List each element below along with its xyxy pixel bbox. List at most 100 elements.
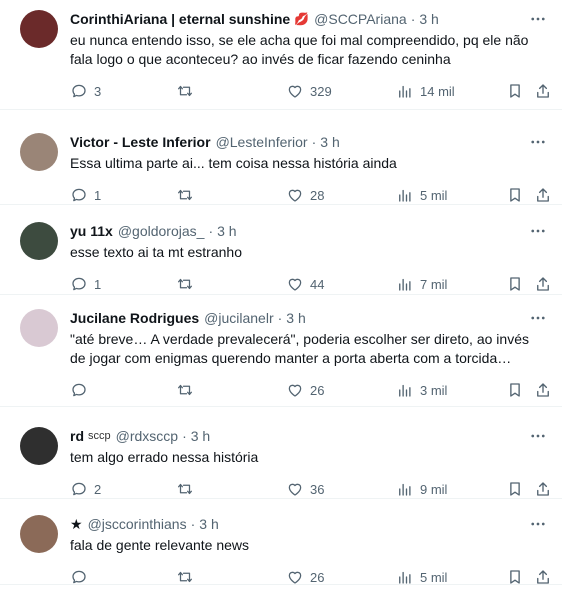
share-icon	[537, 188, 549, 202]
share-button[interactable]	[534, 479, 552, 499]
share-button[interactable]	[534, 185, 552, 205]
author-name[interactable]: ★	[70, 516, 83, 533]
bookmark-button[interactable]	[506, 567, 524, 587]
timestamp[interactable]: 3 h	[320, 134, 339, 150]
retweet-button[interactable]	[176, 567, 200, 587]
retweet-button[interactable]	[176, 479, 200, 499]
timestamp[interactable]: 3 h	[419, 11, 438, 27]
views-count: 14 mil	[420, 83, 455, 99]
like-button[interactable]: 329	[286, 81, 332, 101]
share-button[interactable]	[534, 81, 552, 101]
tweet-text: "até breve… A verdade prevalecerá", pode…	[70, 331, 533, 366]
more-icon[interactable]	[528, 132, 548, 152]
author-handle[interactable]: @jucilanelr	[204, 310, 273, 326]
reply-button[interactable]: 3	[70, 81, 101, 101]
author-handle[interactable]: @jsccorinthians	[88, 516, 187, 532]
author-handle[interactable]: @goldorojas_	[118, 223, 205, 239]
share-icon	[537, 570, 549, 584]
analytics-icon	[399, 483, 411, 496]
reply-icon	[72, 188, 86, 202]
tweet-header: rd sccp @rdxsccp · 3 h	[70, 427, 548, 445]
timestamp[interactable]: 3 h	[199, 516, 218, 532]
bookmark-button[interactable]	[506, 185, 524, 205]
reply-button[interactable]: 2	[70, 479, 101, 499]
separator-dot: ·	[311, 134, 317, 150]
bookmark-button[interactable]	[506, 274, 524, 294]
author-handle[interactable]: @rdxsccp	[116, 428, 178, 444]
avatar[interactable]	[20, 10, 58, 48]
avatar[interactable]	[20, 309, 58, 347]
views-button[interactable]: 5 mil	[396, 567, 447, 587]
like-button[interactable]: 36	[286, 479, 324, 499]
like-button[interactable]: 26	[286, 567, 324, 587]
views-count: 5 mil	[420, 569, 448, 585]
author-handle[interactable]: @LesteInferior	[216, 134, 308, 150]
views-button[interactable]: 7 mil	[396, 274, 447, 294]
share-button[interactable]	[534, 274, 552, 294]
retweet-icon	[177, 85, 193, 97]
avatar[interactable]	[20, 515, 58, 553]
tweet-header: Jucilane Rodrigues @jucilanelr · 3 h	[70, 309, 548, 327]
tweet-header: yu 11x @goldorojas_ · 3 h	[70, 222, 548, 240]
share-icon	[537, 482, 549, 496]
like-button[interactable]: 26	[286, 380, 324, 400]
separator-dot: ·	[410, 11, 416, 27]
author-name[interactable]: Victor - Leste Inferior	[70, 134, 211, 150]
timestamp[interactable]: 3 h	[217, 223, 236, 239]
heart-icon	[288, 278, 302, 291]
reply-count: 2	[94, 481, 102, 497]
author-name[interactable]: CorinthiAriana | eternal sunshine	[70, 11, 290, 27]
tweet-text: esse texto ai ta mt estranho	[70, 244, 242, 260]
views-button[interactable]: 5 mil	[396, 185, 447, 205]
retweet-button[interactable]	[176, 274, 200, 294]
like-count: 28	[310, 187, 325, 203]
bookmark-button[interactable]	[506, 479, 524, 499]
heart-icon	[288, 483, 302, 496]
retweet-button[interactable]	[176, 81, 200, 101]
tweet[interactable]: Victor - Leste Inferior @LesteInferior ·…	[0, 110, 562, 205]
like-count: 329	[310, 83, 332, 99]
tweet[interactable]: Jucilane Rodrigues @jucilanelr · 3 h "at…	[0, 295, 562, 407]
bookmark-button[interactable]	[506, 380, 524, 400]
tweet[interactable]: yu 11x @goldorojas_ · 3 h esse texto ai …	[0, 205, 562, 295]
like-button[interactable]: 28	[286, 185, 324, 205]
author-name[interactable]: Jucilane Rodrigues	[70, 310, 199, 326]
more-icon[interactable]	[528, 426, 548, 446]
reply-button[interactable]	[70, 567, 94, 587]
views-button[interactable]: 9 mil	[396, 479, 447, 499]
like-count: 44	[310, 276, 325, 292]
like-button[interactable]: 44	[286, 274, 324, 294]
avatar[interactable]	[20, 133, 58, 171]
author-name[interactable]: rd	[70, 428, 84, 444]
reply-button[interactable]: 1	[70, 185, 101, 205]
bookmark-icon	[510, 277, 520, 291]
retweet-button[interactable]	[176, 185, 200, 205]
views-button[interactable]: 3 mil	[396, 380, 447, 400]
bookmark-icon	[510, 482, 520, 496]
bookmark-icon	[510, 188, 520, 202]
reply-button[interactable]	[70, 380, 94, 400]
avatar[interactable]	[20, 427, 58, 465]
tweet-actions: 26 3 mil	[70, 380, 550, 400]
reply-button[interactable]: 1	[70, 274, 101, 294]
views-button[interactable]: 14 mil	[396, 81, 455, 101]
more-icon[interactable]	[528, 514, 548, 534]
tweet-header: CorinthiAriana | eternal sunshine 💋 @SCC…	[70, 10, 548, 28]
more-icon[interactable]	[528, 9, 548, 29]
share-button[interactable]	[534, 567, 552, 587]
bookmark-button[interactable]	[506, 81, 524, 101]
more-icon[interactable]	[528, 308, 548, 328]
timestamp[interactable]: 3 h	[286, 310, 305, 326]
tweet[interactable]: rd sccp @rdxsccp · 3 h tem algo errado n…	[0, 407, 562, 499]
separator-dot: ·	[208, 223, 214, 239]
author-name[interactable]: yu 11x	[70, 223, 113, 239]
timestamp[interactable]: 3 h	[191, 428, 210, 444]
retweet-button[interactable]	[176, 380, 200, 400]
author-handle[interactable]: @SCCPAriana	[314, 11, 407, 27]
tweet[interactable]: ★ @jsccorinthians · 3 h fala de gente re…	[0, 499, 562, 585]
more-icon[interactable]	[528, 221, 548, 241]
tweet[interactable]: CorinthiAriana | eternal sunshine 💋 @SCC…	[0, 0, 562, 110]
avatar[interactable]	[20, 222, 58, 260]
reply-icon	[72, 570, 86, 584]
share-button[interactable]	[534, 380, 552, 400]
